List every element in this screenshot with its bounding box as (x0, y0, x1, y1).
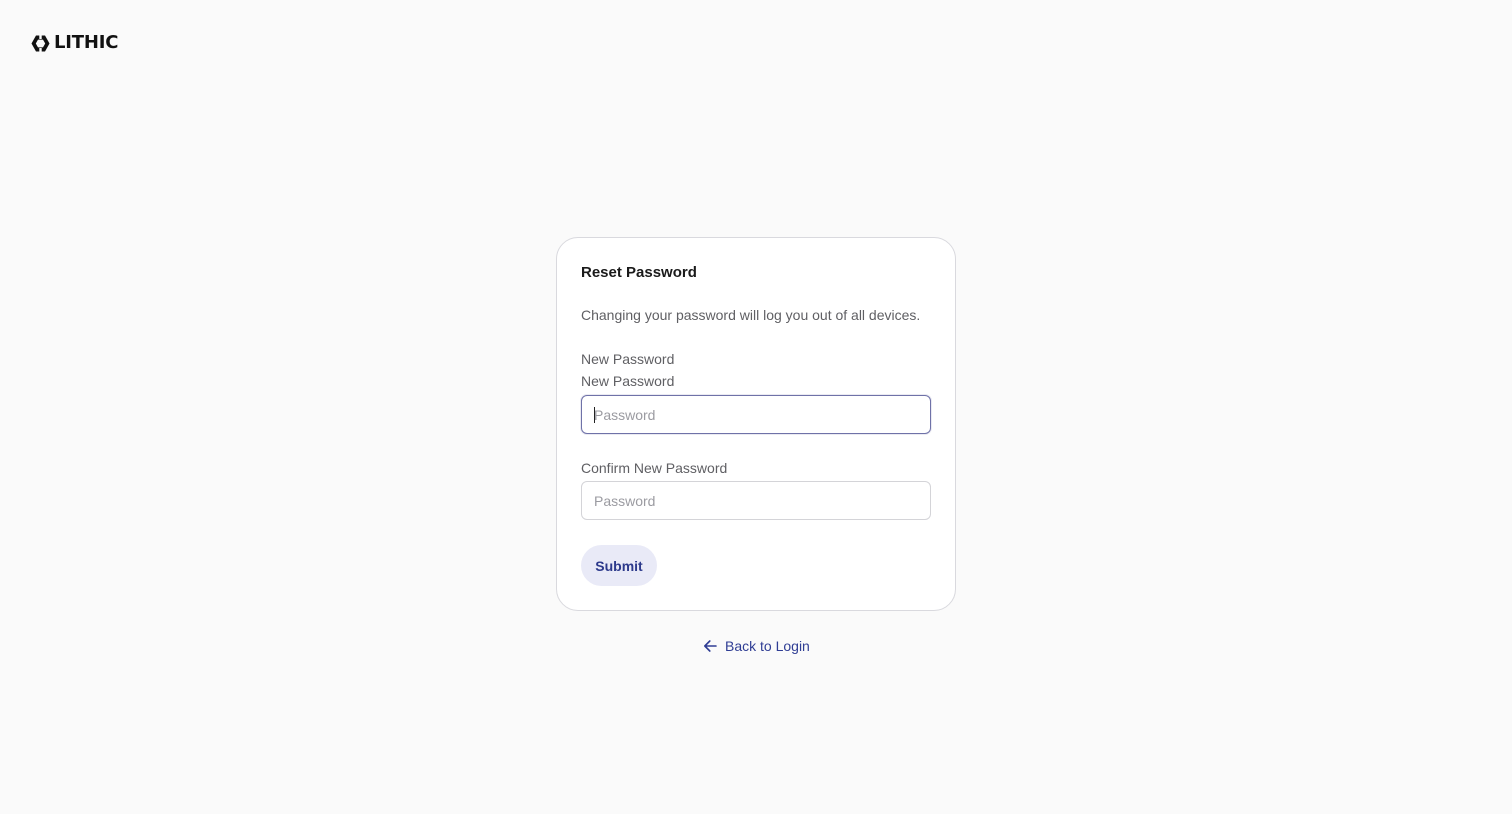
card-description: Changing your password will log you out … (581, 307, 921, 323)
back-to-login-link[interactable]: Back to Login (703, 638, 810, 654)
arrow-left-icon (703, 639, 717, 653)
confirm-password-label: Confirm New Password (581, 460, 728, 476)
reset-password-card: Reset Password Changing your password wi… (556, 237, 956, 611)
new-password-group-label: New Password (581, 351, 675, 367)
brand-logo[interactable]: LITHIC (31, 33, 118, 53)
back-to-login-label: Back to Login (725, 638, 810, 654)
page: LITHIC Reset Password Changing your pass… (0, 0, 1512, 814)
submit-button[interactable]: Submit (581, 545, 657, 586)
new-password-input[interactable] (581, 395, 931, 434)
text-cursor (594, 407, 595, 423)
lithic-mark-icon (31, 34, 50, 52)
card-title: Reset Password (581, 264, 697, 281)
confirm-password-input[interactable] (581, 481, 931, 520)
new-password-label: New Password (581, 373, 675, 389)
brand-name: LITHIC (54, 32, 119, 53)
